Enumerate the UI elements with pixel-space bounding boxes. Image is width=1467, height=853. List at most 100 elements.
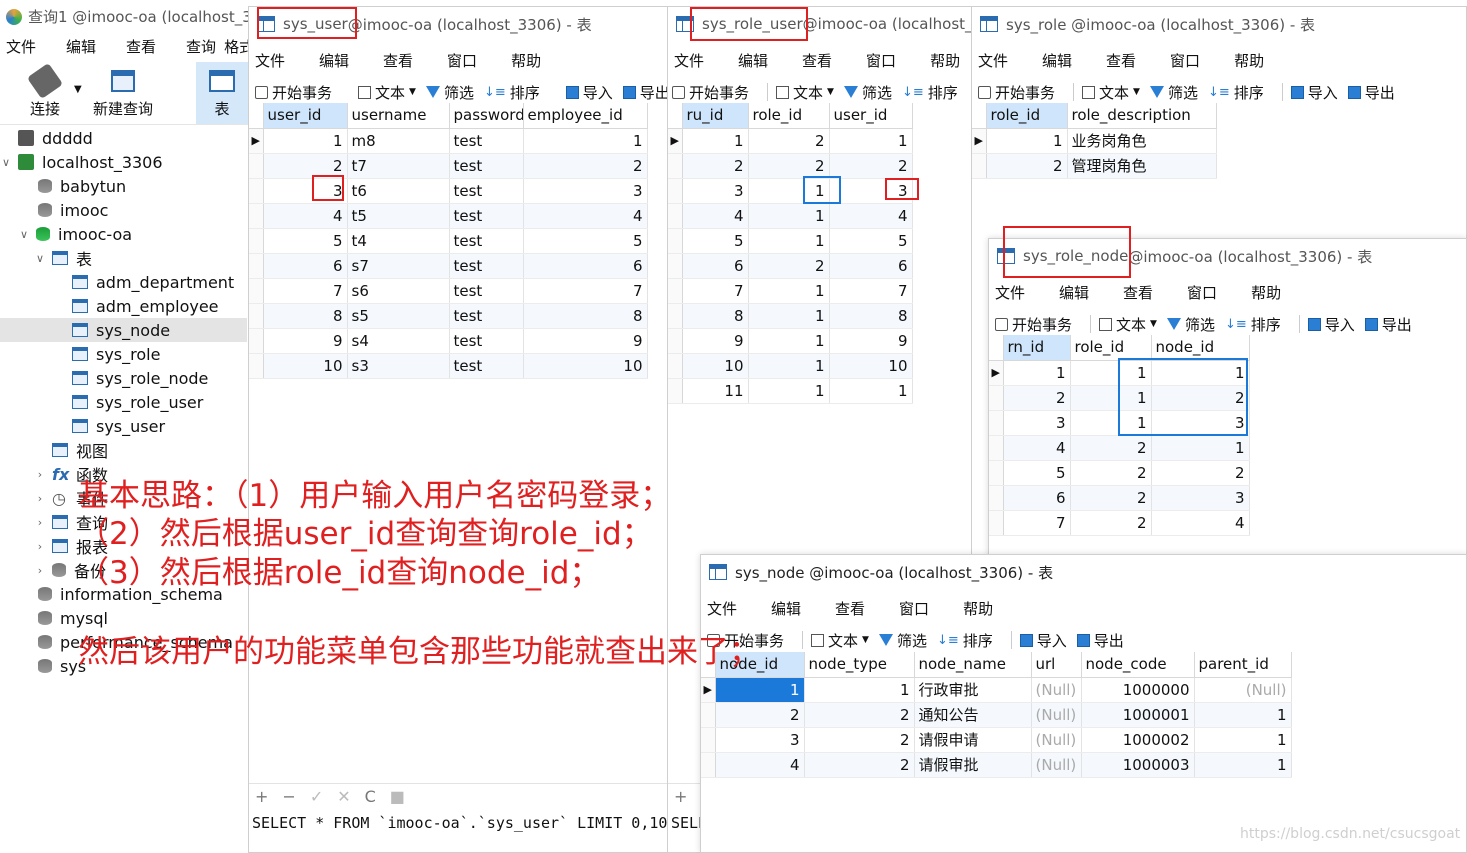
table-row[interactable]: 10 s3 test 10 xyxy=(249,353,648,379)
tree-item-sys-role-node[interactable]: sys_role_node xyxy=(72,366,208,390)
grid-cell[interactable]: 2 xyxy=(1070,435,1152,461)
chevron-right-icon[interactable]: › xyxy=(34,564,46,577)
filter-button[interactable]: 筛选 xyxy=(1149,82,1198,103)
chevron-right-icon[interactable]: › xyxy=(34,468,46,481)
grid-cell[interactable]: 3 xyxy=(682,178,749,204)
table-row[interactable]: 4 t5 test 4 xyxy=(249,203,648,229)
grid-cell[interactable]: 1 xyxy=(748,328,830,354)
add-record-button[interactable]: + xyxy=(674,787,687,806)
menu-file[interactable]: 文件 xyxy=(995,282,1025,303)
grid-cell[interactable]: test xyxy=(449,303,524,329)
grid-cell[interactable]: (Null) xyxy=(1031,702,1082,728)
menu-query[interactable]: 查询 xyxy=(186,36,216,57)
grid-cell[interactable]: 1 xyxy=(1151,435,1250,461)
grid-cell[interactable]: 3 xyxy=(715,727,805,753)
grid-cell[interactable]: 10 xyxy=(829,353,913,379)
delete-record-button[interactable]: − xyxy=(282,787,295,806)
grid-cell[interactable]: 6 xyxy=(682,253,749,279)
import-button[interactable]: 导入 xyxy=(1307,314,1355,335)
chevron-right-icon[interactable]: › xyxy=(34,540,46,553)
grid-cell[interactable]: 1000002 xyxy=(1081,727,1195,753)
grid-cell[interactable]: 5 xyxy=(829,228,913,254)
tree-item-sys-node[interactable]: sys_node xyxy=(0,318,247,342)
import-button[interactable]: 导入 xyxy=(1290,82,1338,103)
sort-button[interactable]: ↓≡ 排序 xyxy=(484,82,540,103)
grid-cell[interactable]: 2 xyxy=(804,702,915,728)
table-row[interactable]: 623 xyxy=(989,485,1250,511)
grid-cell[interactable]: test xyxy=(449,203,524,229)
grid-cell[interactable]: 7 xyxy=(829,278,913,304)
grid-cell[interactable]: 6 xyxy=(263,253,348,279)
column-header[interactable]: url xyxy=(1031,652,1082,678)
grid-cell[interactable]: 1 xyxy=(523,128,648,154)
grid-cell[interactable]: (Null) xyxy=(1031,752,1082,778)
table-row[interactable]: 9 s4 test 9 xyxy=(249,328,648,354)
grid-cell[interactable]: 2 xyxy=(1070,510,1152,536)
sort-button[interactable]: ↓≡ 排序 xyxy=(1225,314,1281,335)
import-button[interactable]: 导入 xyxy=(565,82,613,103)
begin-transaction-button[interactable]: 开始事务 xyxy=(995,314,1072,335)
grid-cell[interactable]: 1 xyxy=(829,378,913,404)
grid-cell[interactable]: 1000001 xyxy=(1081,702,1195,728)
grid-cell[interactable]: 1 xyxy=(1194,702,1292,728)
grid-cell[interactable]: 4 xyxy=(715,752,805,778)
menu-edit[interactable]: 编辑 xyxy=(319,50,349,71)
column-header[interactable]: parent_id xyxy=(1194,652,1292,678)
table-button[interactable]: 表 xyxy=(196,62,248,124)
table-row[interactable]: 8 s5 test 8 xyxy=(249,303,648,329)
grid-cell[interactable]: s4 xyxy=(347,328,450,354)
grid-cell[interactable]: 7 xyxy=(1003,510,1071,536)
tree-item-adm-employee[interactable]: adm_employee xyxy=(72,294,219,318)
grid-cell[interactable]: 7 xyxy=(263,278,348,304)
menu-edit[interactable]: 编辑 xyxy=(738,50,768,71)
tree-item-views[interactable]: 视图 xyxy=(34,438,108,462)
tree-item-tables[interactable]: ∨ 表 xyxy=(34,246,92,270)
stop-button[interactable]: ■ xyxy=(390,787,405,806)
export-button[interactable]: 导出 xyxy=(1076,630,1124,651)
menu-view[interactable]: 查看 xyxy=(126,36,156,57)
grid-cell[interactable]: 3 xyxy=(1151,485,1250,511)
table-row[interactable]: 6 s7 test 6 xyxy=(249,253,648,279)
export-button[interactable]: 导出 xyxy=(622,82,669,103)
menu-help[interactable]: 帮助 xyxy=(963,598,993,619)
chevron-right-icon[interactable]: › xyxy=(34,516,46,529)
text-button[interactable]: 文本 ▼ xyxy=(776,82,834,103)
menu-window[interactable]: 窗口 xyxy=(866,50,896,71)
grid-cell[interactable]: test xyxy=(449,278,524,304)
table-row[interactable]: 515 xyxy=(668,228,913,254)
chevron-down-icon[interactable]: ∨ xyxy=(34,252,46,265)
grid-cell[interactable]: 1 xyxy=(804,677,915,703)
grid-cell[interactable]: 4 xyxy=(682,203,749,229)
grid-cell[interactable]: 通知公告 xyxy=(914,702,1032,728)
grid-cell[interactable]: 2 xyxy=(748,153,830,179)
menu-view[interactable]: 查看 xyxy=(835,598,865,619)
tree-item-imooc-oa[interactable]: ∨ imooc-oa xyxy=(18,222,132,246)
column-header[interactable]: node_code xyxy=(1081,652,1195,678)
grid-cell[interactable]: 4 xyxy=(523,203,648,229)
grid-cell[interactable]: 1000003 xyxy=(1081,752,1195,778)
column-header[interactable]: role_description xyxy=(1067,103,1217,129)
import-button[interactable]: 导入 xyxy=(1019,630,1067,651)
grid-cell[interactable]: 请假申请 xyxy=(914,727,1032,753)
grid-cell[interactable]: 5 xyxy=(263,228,348,254)
begin-transaction-button[interactable]: 开始事务 xyxy=(672,82,749,103)
menu-help[interactable]: 帮助 xyxy=(511,50,541,71)
table-row[interactable]: 313 xyxy=(668,178,913,204)
grid-cell[interactable]: 1 xyxy=(748,353,830,379)
table-row[interactable]: 222 xyxy=(668,153,913,179)
grid-cell[interactable]: 9 xyxy=(523,328,648,354)
menu-file[interactable]: 文件 xyxy=(674,50,704,71)
chevron-down-icon[interactable]: ▼ xyxy=(74,84,82,95)
tree-item-sys[interactable]: sys xyxy=(20,654,86,678)
menu-window[interactable]: 窗口 xyxy=(1187,282,1217,303)
table-row[interactable]: 717 xyxy=(668,278,913,304)
apply-button[interactable]: ✓ xyxy=(310,787,323,806)
grid-cell[interactable]: 1 xyxy=(748,278,830,304)
grid-cell[interactable]: t6 xyxy=(347,178,450,204)
chevron-right-icon[interactable]: › xyxy=(34,492,46,505)
discard-button[interactable]: ✕ xyxy=(337,787,350,806)
column-header[interactable]: rn_id xyxy=(1003,335,1071,361)
menu-edit[interactable]: 编辑 xyxy=(66,36,96,57)
table-row[interactable]: 818 xyxy=(668,303,913,329)
menu-file[interactable]: 文件 xyxy=(6,36,36,57)
